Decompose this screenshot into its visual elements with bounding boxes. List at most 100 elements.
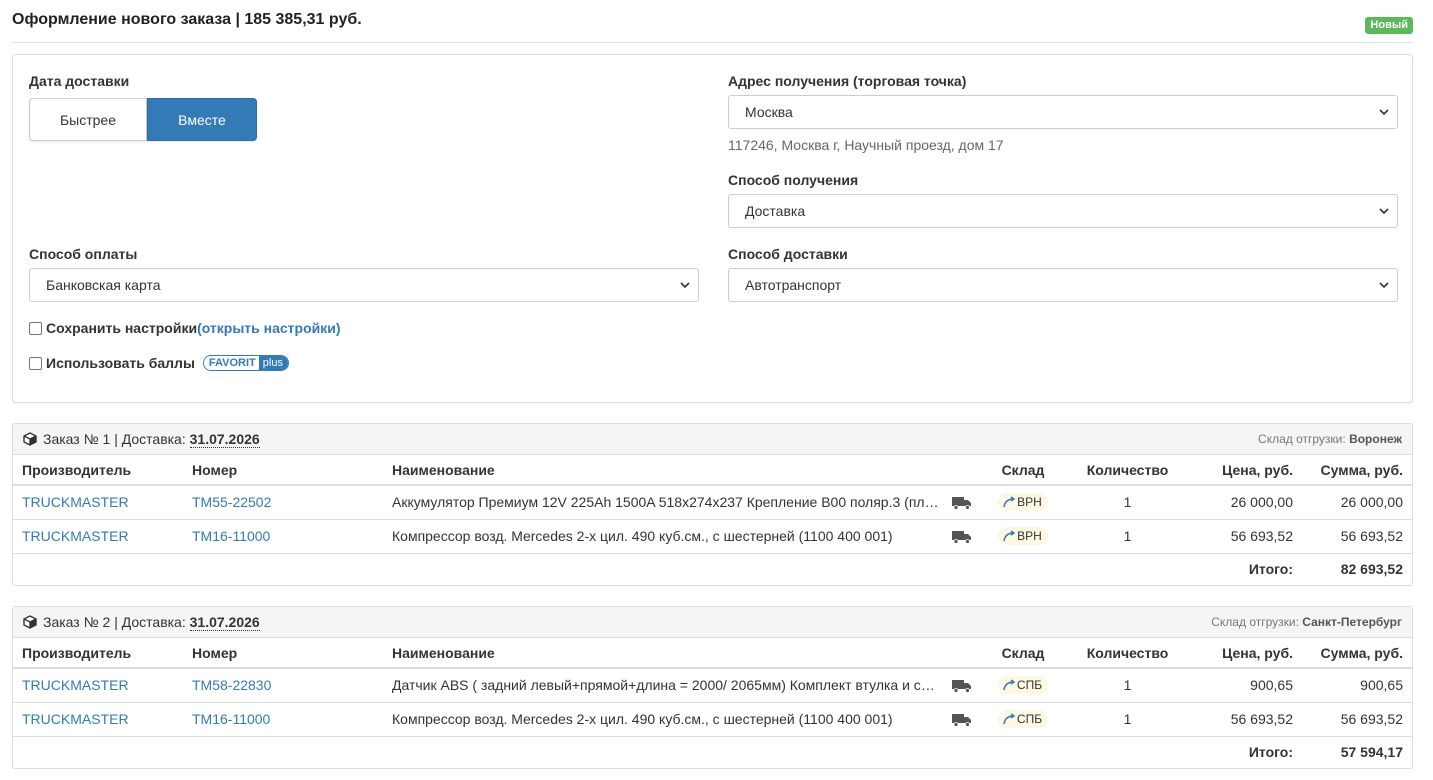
chevron-down-icon [1379,109,1389,116]
order-title-prefix: Заказ № 2 | Доставка: [43,614,190,630]
table-row: TRUCKMASTER TM16-11000 Компрессор возд. … [13,702,1412,737]
order-warehouse: Склад отгрузки: Санкт-Петербург [1211,615,1402,629]
order-header: Заказ № 2 | Доставка: 31.07.2026 Склад о… [13,607,1412,638]
order-title-prefix: Заказ № 1 | Доставка: [43,431,190,447]
truck-icon [952,713,971,727]
col-manufacturer[interactable]: Производитель [13,455,183,486]
shipping-select[interactable]: Автотранспорт [728,268,1398,302]
payment-label: Способ оплаты [29,246,138,262]
order-panel-1: Заказ № 1 | Доставка: 31.07.2026 Склад о… [12,423,1413,586]
col-warehouse[interactable]: Склад [976,638,1070,669]
warehouse-badge: ВРН [998,527,1048,545]
total-row: Итого: 57 594,17 [13,736,1412,768]
item-name: Датчик ABS ( задний левый+прямой+длина =… [392,677,940,694]
item-price: 56 693,52 [1185,519,1302,554]
table-row: TRUCKMASTER TM55-22502 Аккумулятор Преми… [13,485,1412,520]
col-name[interactable]: Наименование [383,455,976,486]
page-title: Оформление нового заказа | 185 385,31 ру… [12,11,362,28]
manufacturer-link[interactable]: TRUCKMASTER [22,711,129,727]
payment-select[interactable]: Банковская карта [29,268,699,302]
chevron-down-icon [1379,282,1389,289]
col-number[interactable]: Номер [183,638,383,669]
warehouse-arrow-icon [1003,496,1016,508]
delivery-date-label: Дата доставки [29,73,130,89]
col-name[interactable]: Наименование [383,638,976,669]
save-settings-checkbox[interactable] [29,321,42,335]
truck-icon [952,530,971,544]
part-number-link[interactable]: TM58-22830 [192,677,271,693]
order-delivery-date[interactable]: 31.07.2026 [189,614,260,631]
warehouse-code: СПБ [1016,678,1043,693]
warehouse-badge: СПБ [997,676,1049,695]
status-badge: Новый [1365,17,1413,34]
col-price[interactable]: Цена, руб. [1185,455,1302,486]
warehouse-code: ВРН [1017,529,1042,543]
order-delivery-date[interactable]: 31.07.2026 [189,431,260,448]
shipping-label: Способ доставки [728,246,848,262]
warehouse-prefix: Склад отгрузки: [1211,615,1303,629]
item-price: 900,65 [1185,668,1302,703]
item-name: Аккумулятор Премиум 12V 225Ah 1500A 518x… [392,494,940,511]
item-price: 56 693,52 [1185,702,1302,737]
part-number-link[interactable]: TM16-11000 [192,711,270,727]
item-quantity: 1 [1070,519,1185,554]
manufacturer-link[interactable]: TRUCKMASTER [22,528,129,544]
col-sum[interactable]: Сумма, руб. [1302,455,1412,486]
item-quantity: 1 [1070,668,1185,703]
favorit-logo-text: FAVORIT [203,356,259,370]
col-quantity[interactable]: Количество [1070,638,1185,669]
total-label: Итого: [1248,561,1293,578]
truck-icon [952,680,971,693]
receive-method-value: Доставка [745,203,806,219]
warehouse-code: ВРН [1017,495,1042,510]
order-items-table: Производитель Номер Наименование Склад К… [13,638,1412,768]
item-quantity: 1 [1070,485,1185,520]
order-settings-panel: Дата доставки Быстрее Вместе Адрес получ… [12,54,1413,403]
pickup-address-label: Адрес получения (торговая точка) [728,73,967,89]
delivery-faster-button[interactable]: Быстрее [29,98,147,141]
order-items-table: Производитель Номер Наименование Склад К… [13,455,1412,585]
pickup-address-value: Москва [745,104,793,120]
item-sum: 26 000,00 [1302,485,1412,520]
table-row: TRUCKMASTER TM58-22830 Датчик ABS ( задн… [13,668,1412,703]
warehouse-code: СПБ [1016,712,1043,726]
use-points-row: Использовать баллы FAVORIT plus [29,355,289,371]
receive-method-select[interactable]: Доставка [728,194,1398,228]
warehouse-prefix: Склад отгрузки: [1258,432,1350,446]
col-number[interactable]: Номер [183,455,383,486]
use-points-checkbox[interactable] [29,356,42,370]
col-sum[interactable]: Сумма, руб. [1302,638,1412,669]
total-label: Итого: [1248,744,1293,761]
warehouse-badge: СПБ [997,710,1049,728]
col-manufacturer[interactable]: Производитель [13,638,183,669]
save-settings-label[interactable]: Сохранить настройки [46,320,197,336]
part-number-link[interactable]: TM55-22502 [192,494,271,510]
part-number-link[interactable]: TM16-11000 [192,528,270,544]
col-quantity[interactable]: Количество [1070,455,1185,486]
payment-value: Банковская карта [46,277,161,293]
item-sum: 900,65 [1302,668,1412,703]
favorit-logo-plus: plus [258,356,288,370]
receive-method-label: Способ получения [728,172,859,188]
col-price[interactable]: Цена, руб. [1185,638,1302,669]
item-sum: 56 693,52 [1302,519,1412,554]
chevron-down-icon [680,282,690,289]
save-settings-row: Сохранить настройки (открыть настройки) [29,320,341,336]
col-warehouse[interactable]: Склад [976,455,1070,486]
item-name: Компрессор возд. Mercedes 2-х цил. 490 к… [392,528,893,544]
pickup-address-select[interactable]: Москва [728,95,1398,129]
manufacturer-link[interactable]: TRUCKMASTER [22,494,129,510]
warehouse-badge: ВРН [998,493,1048,512]
item-sum: 56 693,52 [1302,702,1412,737]
manufacturer-link[interactable]: TRUCKMASTER [22,677,129,693]
use-points-label[interactable]: Использовать баллы [46,355,195,371]
warehouse-city: Воронеж [1349,432,1402,446]
table-row: TRUCKMASTER TM16-11000 Компрессор возд. … [13,519,1412,554]
table-header-row: Производитель Номер Наименование Склад К… [13,455,1412,486]
open-settings-link[interactable]: (открыть настройки) [197,320,340,336]
order-warehouse: Склад отгрузки: Воронеж [1258,432,1402,446]
total-row: Итого: 82 693,52 [13,553,1412,585]
delivery-together-button[interactable]: Вместе [147,98,257,141]
table-header-row: Производитель Номер Наименование Склад К… [13,638,1412,669]
warehouse-arrow-icon [1003,679,1016,691]
